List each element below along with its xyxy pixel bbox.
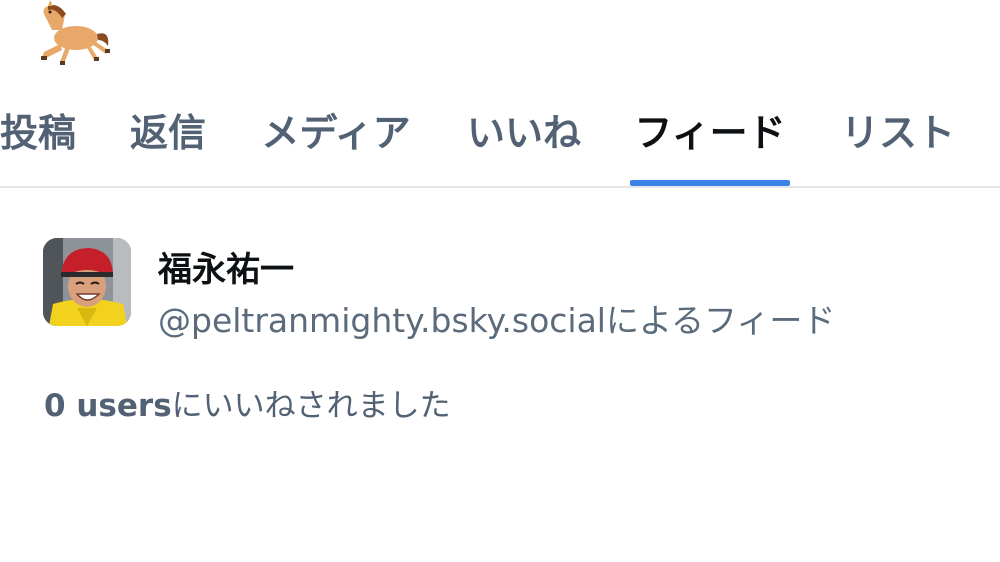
tab-lists-label: リスト	[840, 110, 955, 155]
tab-feeds[interactable]: フィード	[630, 88, 790, 186]
tab-likes[interactable]: いいね	[464, 88, 584, 186]
jockey-avatar-icon	[43, 238, 131, 326]
profile-tab-bar: 投稿 返信 メディア いいね フィード リスト	[0, 88, 1000, 188]
tab-feeds-label: フィード	[634, 110, 786, 155]
tab-lists[interactable]: リスト	[838, 88, 958, 186]
tab-media-label: メディア	[261, 110, 411, 155]
profile-feeds-page: 投稿 返信 メディア いいね フィード リスト 福永祐一 @peltranmig…	[0, 0, 1000, 562]
tab-replies-label: 返信	[129, 110, 206, 155]
active-tab-indicator	[630, 180, 790, 186]
tab-posts-label: 投稿	[0, 110, 77, 155]
horse-emoji-icon	[34, 0, 114, 68]
feed-list-item[interactable]: 福永祐一 @peltranmighty.bsky.socialによるフィード 0…	[0, 190, 1000, 450]
feed-creator: @peltranmighty.bsky.socialによるフィード	[158, 301, 836, 340]
tab-replies[interactable]: 返信	[128, 88, 208, 186]
feed-like-count: 0 usersにいいねされました	[44, 380, 451, 425]
like-count-suffix: にいいねされました	[171, 388, 451, 424]
tab-posts[interactable]: 投稿	[0, 88, 82, 186]
tab-media[interactable]: メディア	[256, 88, 416, 186]
tab-likes-label: いいね	[466, 110, 581, 155]
feed-avatar	[43, 238, 131, 326]
like-count-value: 0 users	[44, 388, 172, 424]
feed-title: 福永祐一	[158, 250, 294, 290]
